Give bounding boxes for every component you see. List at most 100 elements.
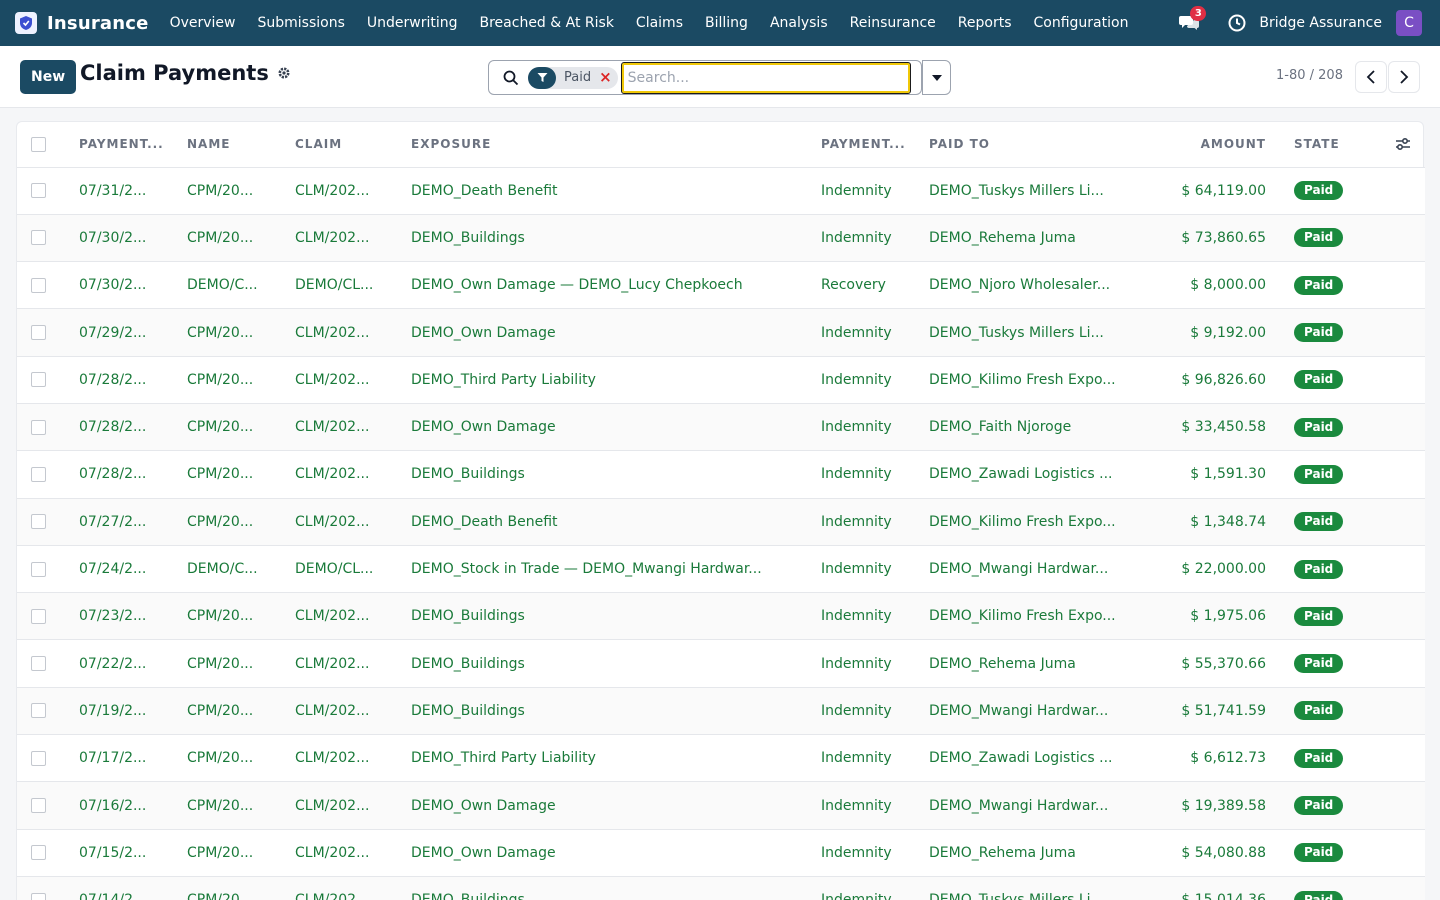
cell-name[interactable]: CPM/20... — [179, 167, 287, 215]
cell-state[interactable]: Paid — [1274, 592, 1365, 641]
row-checkbox[interactable] — [31, 798, 46, 813]
cell-claim[interactable]: CLM/202... — [287, 167, 403, 215]
cell-state[interactable]: Paid — [1274, 639, 1365, 688]
header-name[interactable]: NAME — [179, 122, 287, 168]
cell-paid-to[interactable]: DEMO_Rehema Juma — [921, 829, 1153, 877]
cell-claim[interactable]: CLM/202... — [287, 403, 403, 452]
cell-amount[interactable]: $ 19,389.58 — [1153, 781, 1274, 830]
header-state[interactable]: STATE — [1274, 122, 1365, 168]
cell-payment-type[interactable]: Indemnity — [813, 403, 921, 452]
cell-paid-to[interactable]: DEMO_Zawadi Logistics ... — [921, 450, 1153, 499]
row-checkbox[interactable] — [31, 608, 46, 624]
menu-overview[interactable]: Overview — [159, 15, 247, 31]
cell-payment-type[interactable]: Recovery — [813, 261, 921, 310]
new-button[interactable]: New — [20, 60, 77, 94]
menu-breached-at-risk[interactable]: Breached & At Risk — [469, 15, 625, 31]
cell-claim[interactable]: CLM/202... — [287, 592, 403, 641]
menu-claims[interactable]: Claims — [625, 15, 694, 31]
cell-amount[interactable]: $ 1,591.30 — [1153, 450, 1274, 499]
cell-claim[interactable]: CLM/202... — [287, 876, 403, 900]
cell-claim[interactable]: DEMO/CL... — [287, 261, 403, 310]
cell-payment-date[interactable]: 07/27/2... — [71, 498, 179, 546]
cell-name[interactable]: CPM/20... — [179, 308, 287, 357]
row-checkbox[interactable] — [31, 230, 46, 246]
cell-paid-to[interactable]: DEMO_Kilimo Fresh Expo... — [921, 356, 1153, 404]
table-row[interactable]: 07/22/2... CPM/20... CLM/202... DEMO_Buildi… — [17, 639, 1425, 688]
cell-amount[interactable]: $ 73,860.65 — [1153, 214, 1274, 263]
pager-previous-button[interactable] — [1355, 61, 1387, 93]
cell-payment-date[interactable]: 07/17/2... — [71, 734, 179, 783]
cell-state[interactable]: Paid — [1274, 356, 1365, 404]
cell-payment-date[interactable]: 07/22/2... — [71, 639, 179, 688]
messages-button[interactable]: 3 — [1177, 6, 1207, 35]
cell-name[interactable]: CPM/20... — [179, 592, 287, 641]
row-checkbox[interactable] — [31, 372, 46, 388]
row-checkbox[interactable] — [31, 466, 46, 482]
cell-name[interactable]: CPM/20... — [179, 356, 287, 404]
cell-state[interactable]: Paid — [1274, 687, 1365, 736]
cell-exposure[interactable]: DEMO_Buildings — [403, 687, 813, 736]
cell-amount[interactable]: $ 54,080.88 — [1153, 829, 1274, 877]
cell-claim[interactable]: CLM/202... — [287, 734, 403, 783]
header-payment-type[interactable]: PAYMENT... — [813, 122, 921, 168]
cell-state[interactable]: Paid — [1274, 450, 1365, 499]
cell-amount[interactable]: $ 1,975.06 — [1153, 592, 1274, 641]
cell-exposure[interactable]: DEMO_Buildings — [403, 214, 813, 263]
shield-logo-icon[interactable] — [15, 12, 37, 34]
cell-name[interactable]: CPM/20... — [179, 829, 287, 877]
row-checkbox[interactable] — [31, 277, 46, 293]
cell-payment-date[interactable]: 07/28/2... — [71, 403, 179, 452]
cell-exposure[interactable]: DEMO_Buildings — [403, 876, 813, 900]
cell-exposure[interactable]: DEMO_Third Party Liability — [403, 356, 813, 404]
cell-payment-type[interactable]: Indemnity — [813, 167, 921, 215]
cell-name[interactable]: CPM/20... — [179, 876, 287, 900]
table-row[interactable]: 07/17/2... CPM/20... CLM/202... DEMO_Third … — [17, 734, 1425, 783]
cell-paid-to[interactable]: DEMO_Tuskys Millers Li... — [921, 308, 1153, 357]
cell-claim[interactable]: DEMO/CL... — [287, 545, 403, 594]
header-amount[interactable]: AMOUNT — [1153, 122, 1274, 168]
cell-payment-date[interactable]: 07/14/2... — [71, 876, 179, 900]
cell-claim[interactable]: CLM/202... — [287, 639, 403, 688]
search-options-toggle[interactable] — [922, 60, 951, 95]
cell-exposure[interactable]: DEMO_Death Benefit — [403, 498, 813, 546]
company-switcher[interactable]: Bridge Assurance — [1259, 15, 1382, 31]
cell-amount[interactable]: $ 96,826.60 — [1153, 356, 1274, 404]
cell-paid-to[interactable]: DEMO_Kilimo Fresh Expo... — [921, 498, 1153, 546]
cell-exposure[interactable]: DEMO_Own Damage — DEMO_Lucy Chepkoech — [403, 261, 813, 310]
table-row[interactable]: 07/15/2... CPM/20... CLM/202... DEMO_Own Da… — [17, 829, 1425, 877]
menu-submissions[interactable]: Submissions — [246, 15, 355, 31]
cell-state[interactable]: Paid — [1274, 876, 1365, 900]
cell-claim[interactable]: CLM/202... — [287, 687, 403, 736]
cell-exposure[interactable]: DEMO_Death Benefit — [403, 167, 813, 215]
table-row[interactable]: 07/30/2... CPM/20... CLM/202... DEMO_Buildi… — [17, 214, 1425, 263]
cell-state[interactable]: Paid — [1274, 214, 1365, 263]
cell-paid-to[interactable]: DEMO_Mwangi Hardwar... — [921, 545, 1153, 594]
cell-exposure[interactable]: DEMO_Third Party Liability — [403, 734, 813, 783]
table-row[interactable]: 07/16/2... CPM/20... CLM/202... DEMO_Own Da… — [17, 781, 1425, 830]
cell-state[interactable]: Paid — [1274, 781, 1365, 830]
table-row[interactable]: 07/30/2... DEMO/C... DEMO/CL... DEMO_Own Da… — [17, 261, 1425, 310]
cell-claim[interactable]: CLM/202... — [287, 781, 403, 830]
cell-payment-type[interactable]: Indemnity — [813, 687, 921, 736]
row-checkbox[interactable] — [31, 892, 46, 900]
row-checkbox[interactable] — [31, 325, 46, 341]
cell-payment-type[interactable]: Indemnity — [813, 498, 921, 546]
table-row[interactable]: 07/28/2... CPM/20... CLM/202... DEMO_Own Da… — [17, 403, 1425, 452]
cell-paid-to[interactable]: DEMO_Rehema Juma — [921, 214, 1153, 263]
table-row[interactable]: 07/28/2... CPM/20... CLM/202... DEMO_Third … — [17, 356, 1425, 404]
cell-payment-type[interactable]: Indemnity — [813, 781, 921, 830]
cell-payment-date[interactable]: 07/29/2... — [71, 308, 179, 357]
cell-amount[interactable]: $ 15,014.36 — [1153, 876, 1274, 900]
cell-state[interactable]: Paid — [1274, 498, 1365, 546]
cell-payment-type[interactable]: Indemnity — [813, 734, 921, 783]
gear-icon[interactable] — [277, 66, 291, 80]
menu-analysis[interactable]: Analysis — [759, 15, 839, 31]
cell-name[interactable]: DEMO/C... — [179, 261, 287, 310]
cell-payment-type[interactable]: Indemnity — [813, 876, 921, 900]
search-input[interactable] — [620, 61, 911, 94]
row-checkbox[interactable] — [31, 703, 46, 719]
cell-payment-type[interactable]: Indemnity — [813, 592, 921, 641]
menu-billing[interactable]: Billing — [694, 15, 759, 31]
cell-paid-to[interactable]: DEMO_Rehema Juma — [921, 639, 1153, 688]
select-all-checkbox[interactable] — [31, 136, 46, 152]
